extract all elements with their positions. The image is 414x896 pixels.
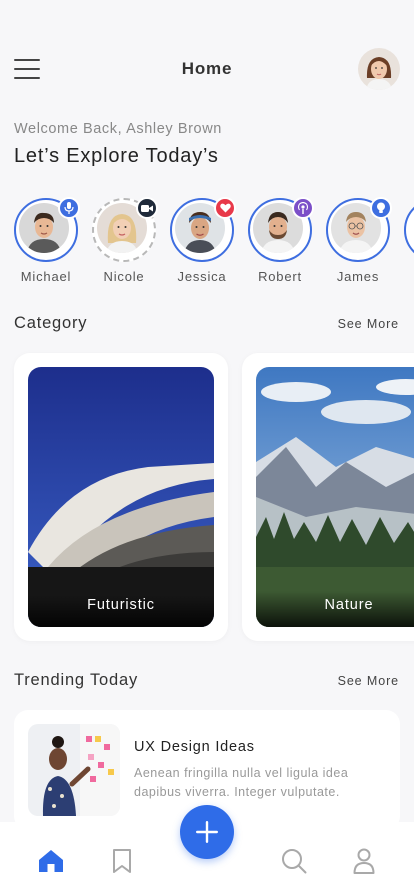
explore-headline: Let’s Explore Today’s	[14, 145, 219, 167]
podcast-icon	[292, 197, 314, 219]
search-icon[interactable]	[279, 846, 309, 876]
home-screen: Home Welcome Back, Ashley Brown Let’s Ex…	[0, 0, 414, 896]
category-heading: Category	[14, 314, 88, 332]
welcome-text: Welcome Back, Ashley Brown	[14, 121, 222, 137]
add-button[interactable]	[180, 805, 234, 859]
futuristic-architecture-image: Futuristic	[28, 367, 214, 627]
category-label: Nature	[324, 597, 374, 613]
presenter-whiteboard-image	[28, 724, 120, 816]
microphone-icon	[58, 197, 80, 219]
story-name: Michael	[20, 269, 72, 284]
category-card-futuristic[interactable]: Futuristic	[14, 353, 228, 641]
trending-title: UX Design Ideas	[134, 739, 255, 755]
lightbulb-icon	[370, 197, 392, 219]
profile-icon[interactable]	[349, 846, 379, 876]
story-name: Nicole	[103, 269, 145, 284]
story-name: Robert	[258, 269, 302, 284]
video-camera-icon	[136, 197, 158, 219]
page-title: Home	[181, 59, 233, 78]
add-icon	[196, 821, 218, 843]
profile-avatar[interactable]	[358, 48, 400, 90]
category-card-nature[interactable]: Nature	[242, 353, 414, 641]
trending-see-more-link[interactable]: See More	[338, 674, 399, 688]
category-label: Futuristic	[87, 597, 155, 613]
home-icon[interactable]	[36, 846, 66, 876]
mountain-landscape-image: Nature	[256, 367, 414, 627]
category-see-more-link[interactable]: See More	[338, 317, 399, 331]
story-name: Jessica	[177, 269, 227, 284]
bookmark-icon[interactable]	[107, 846, 137, 876]
trending-description: Aenean fringilla nulla vel ligula idea d…	[134, 766, 349, 799]
story-ring	[404, 198, 414, 262]
trending-heading: Trending Today	[14, 671, 139, 689]
heart-icon	[214, 197, 236, 219]
story-name: James	[336, 269, 380, 284]
